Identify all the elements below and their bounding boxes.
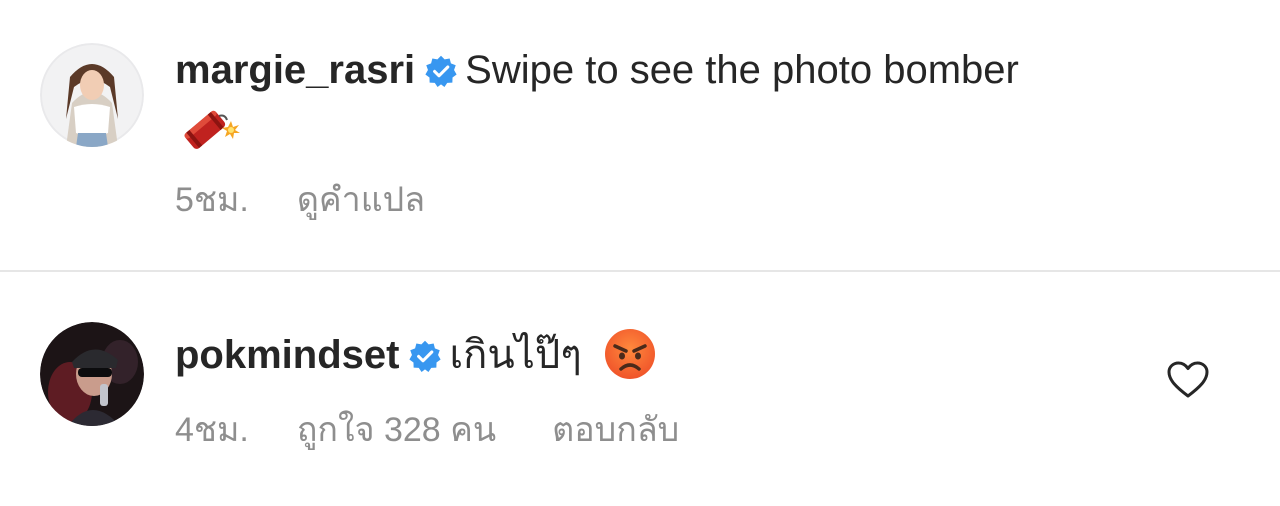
comment-text-line: pokmindset เกินไป๊ๆ [175, 328, 656, 381]
comment-item: pokmindset เกินไป๊ๆ 4ชม. ถูกใจ 328 คน ตอบกล… [0, 272, 1280, 506]
comment-meta: 4ชม. ถูกใจ 328 คน ตอบกลับ [175, 410, 727, 450]
reply-button[interactable]: ตอบกลับ [552, 410, 679, 450]
comment-item: margie_rasri Swipe to see the photo bombe… [0, 0, 1280, 270]
username[interactable]: pokmindset [175, 333, 399, 377]
avatar[interactable] [40, 43, 144, 147]
verified-badge-icon [409, 340, 442, 372]
verified-badge-icon [425, 55, 457, 87]
likes-count-link[interactable]: ถูกใจ 328 คน [297, 410, 496, 450]
comment-text-line: margie_rasri Swipe to see the photo bombe… [175, 44, 1019, 96]
comment-text: เกินไป๊ๆ [449, 333, 582, 377]
username[interactable]: margie_rasri [175, 48, 415, 92]
angry-face-emoji-icon [604, 328, 656, 380]
comment-time: 5ชม. [175, 181, 249, 219]
comment-meta: 5ชม. ดูคำแปล [175, 180, 473, 220]
firecracker-emoji-icon [175, 96, 245, 156]
avatar[interactable] [40, 322, 144, 426]
comment-time: 4ชม. [175, 411, 249, 449]
comment-text: Swipe to see the photo bomber [465, 48, 1019, 92]
heart-like-icon[interactable] [1166, 360, 1210, 400]
see-translation-link[interactable]: ดูคำแปล [297, 180, 425, 220]
